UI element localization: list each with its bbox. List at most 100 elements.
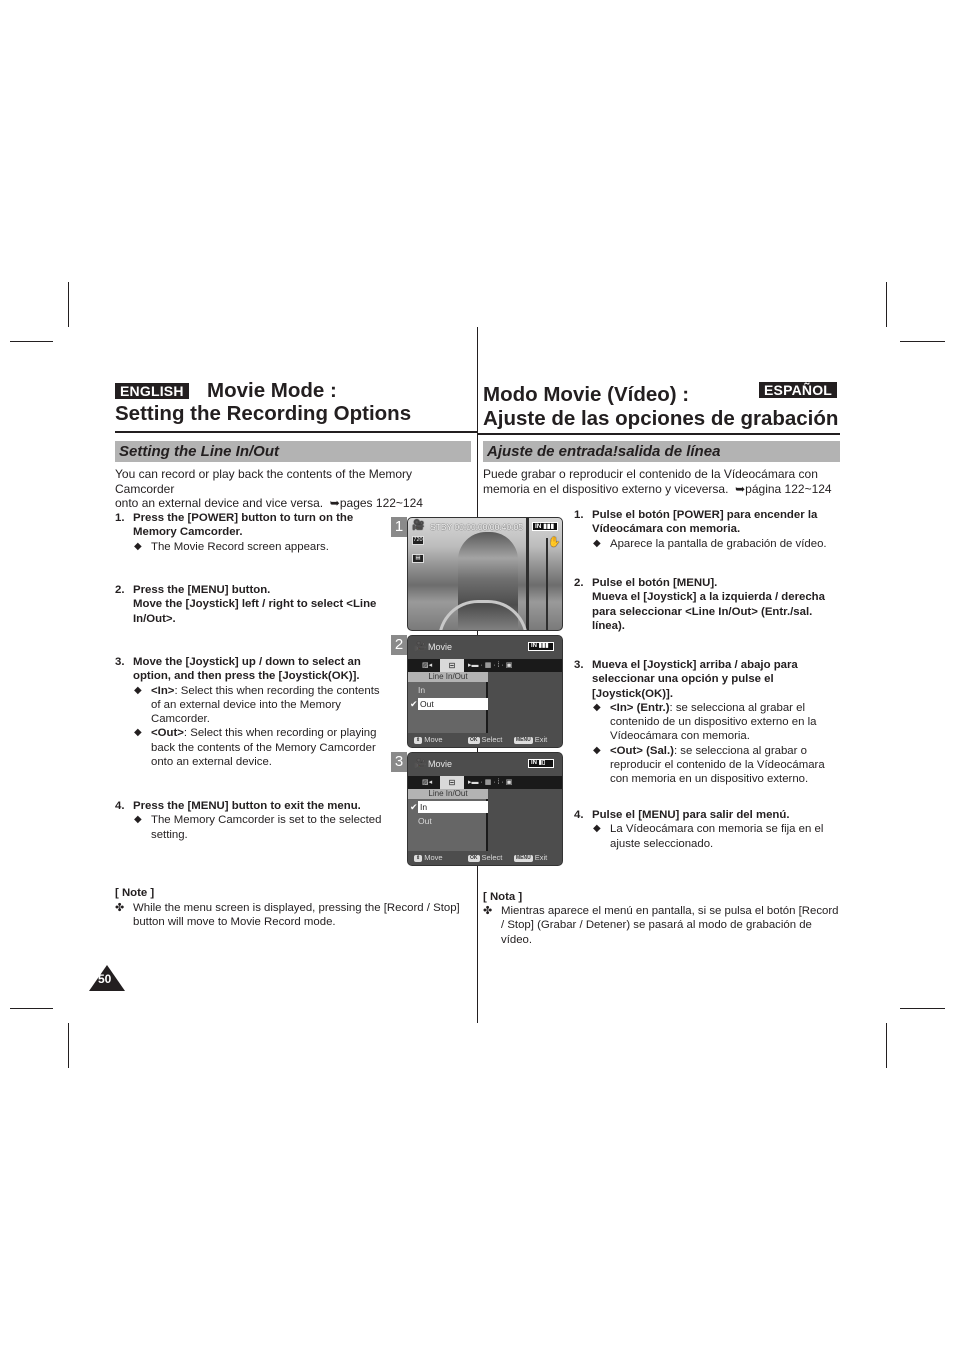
step-number: 1. (574, 509, 584, 521)
english-badge: ENGLISH (115, 383, 189, 399)
menu-preview-area (490, 672, 562, 740)
diamond-bullet-icon: ◆ (134, 540, 142, 552)
ok-icon: OK (468, 855, 480, 862)
menu-tab-icon[interactable]: ▨◂ (422, 661, 432, 670)
crop-mark (886, 1023, 887, 1068)
screen-2-menu: 🎥 Movie IN ▮▮▮ ▨◂ ⊟ ▸▬ · ▦ · ⁞ · ▣ Line … (407, 635, 563, 748)
spanish-title-line2: Ajuste de las opciones de grabación (483, 407, 839, 430)
screen-3-number: 3 (391, 752, 407, 772)
step-heading: Pulse el [MENU] para salir del menú. (592, 809, 790, 821)
english-title-rule (115, 431, 477, 433)
menu-tab-icon[interactable]: ▸▬ · ▦ · ⁞ · ▣ (468, 778, 512, 787)
joystick-icon: ⇕ (414, 737, 423, 744)
record-status: STBY 00:00:00/00:40:05 (430, 522, 523, 532)
menu-icon: MENU (514, 737, 533, 744)
menu-tab-icon[interactable]: ▨◂ (422, 778, 432, 787)
note-clover-icon: ✤ (483, 905, 493, 917)
mode-title: Movie (428, 642, 453, 652)
crop-mark (10, 341, 53, 342)
intro-line: Puede grabar o reproducir el contenido d… (483, 467, 818, 481)
step-heading: Pulse el botón [MENU]. Mueva el [Joystic… (592, 577, 825, 632)
crop-mark (68, 1023, 69, 1068)
step-heading: Pulse el botón [POWER] para encender la … (592, 509, 818, 536)
spanish-step-4: 4. Pulse el [MENU] para salir del menú. … (574, 808, 844, 851)
diamond-bullet-icon: ◆ (593, 823, 601, 835)
step-bullet: ◆ <Out> (Sal.): se selecciona al grabar o… (593, 744, 825, 786)
move-key-hint: ⇕ Move (414, 853, 443, 862)
page-number: 50 (98, 972, 112, 986)
line-in-out-tab-icon[interactable]: ⊟ (440, 659, 464, 672)
spanish-step-1: 1. Pulse el botón [POWER] para encender … (574, 508, 844, 551)
step-bullet: ◆ The Memory Camcorder is set to the sele… (134, 814, 382, 841)
menu-options-panel: Line In/Out In ✔ Out (408, 672, 488, 740)
screen-3-menu: 🎥 Movie IN ▮▯ ▨◂ ⊟ ▸▬ · ▦ · ⁞ · ▣ Line I… (407, 752, 563, 866)
crop-mark (68, 282, 69, 327)
diamond-bullet-icon: ◆ (134, 727, 142, 739)
camera-icon: 🎥 (412, 520, 425, 531)
step-number: 4. (574, 809, 584, 821)
english-note-heading: [ Note ] (115, 887, 155, 899)
menu-tab-bar: ▨◂ ⊟ ▸▬ · ▦ · ⁞ · ▣ (408, 776, 562, 789)
screen-2-number: 2 (391, 635, 407, 655)
crop-mark (886, 282, 887, 327)
step-heading: Mueva el [Joystick] arriba / abajo para … (592, 659, 798, 700)
english-title-line2: Setting the Recording Options (115, 402, 412, 425)
diamond-bullet-icon: ◆ (593, 537, 601, 549)
spanish-note: ✤ Mientras aparece el menú en pantalla, s… (483, 905, 839, 946)
menu-preview-area (490, 789, 562, 857)
quality-icon: 720 (412, 536, 424, 545)
menu-heading: Line In/Out (408, 789, 488, 799)
step-heading: Press the [MENU] button to exit the menu… (133, 800, 361, 812)
option-in-selected[interactable]: In (418, 801, 488, 813)
battery-indicator: IN ▮▮▮ (528, 642, 554, 651)
option-in[interactable]: In (418, 684, 425, 696)
menu-key-guide: ⇕ Move OK Select MENU Exit (408, 733, 562, 747)
camera-icon: 🎥 (414, 758, 427, 769)
photo-tree (526, 518, 529, 630)
crop-mark (900, 1008, 945, 1009)
english-step-1: 1. Press the [POWER] button to turn on t… (115, 511, 385, 554)
step-heading: Press the [POWER] button to turn on the … (133, 512, 354, 539)
step-heading: Move the [Joystick] up / down to select … (133, 656, 361, 683)
diamond-bullet-icon: ◆ (593, 744, 601, 756)
step-number: 3. (115, 656, 125, 668)
menu-tab-bar: ▨◂ ⊟ ▸▬ · ▦ · ⁞ · ▣ (408, 659, 562, 672)
step-bullet: ◆ The Movie Record screen appears. (134, 540, 329, 553)
intro-line: onto an external device and vice versa. … (115, 496, 423, 510)
page-ref-arrow-icon: ➥ (329, 496, 340, 510)
step-bullet: ◆ <In> (Entr.): se selecciona al grabar e… (593, 701, 817, 743)
menu-options-panel: Line In/Out ✔ In Out (408, 789, 488, 857)
menu-header: 🎥 Movie IN ▮▯ (408, 753, 562, 775)
step-number: 4. (115, 800, 125, 812)
step-number: 2. (115, 584, 125, 596)
english-intro: You can record or play back the contents… (115, 467, 470, 511)
mode-title: Movie (428, 759, 453, 769)
step-bullet: ◆ Aparece la pantalla de grabación de víd… (593, 537, 827, 550)
spanish-step-2: 2. Pulse el botón [MENU]. Mueva el [Joys… (574, 576, 844, 633)
spanish-note-heading: [ Nota ] (483, 891, 523, 903)
menu-key-guide: ⇕ Move OK Select MENU Exit (408, 851, 562, 865)
menu-icon: MENU (514, 855, 533, 862)
step-number: 1. (115, 512, 125, 524)
option-out[interactable]: Out (418, 815, 432, 827)
exit-key-hint: MENU Exit (514, 853, 548, 862)
english-title-line1: Movie Mode : (207, 379, 337, 402)
diamond-bullet-icon: ◆ (134, 684, 142, 696)
menu-heading: Line In/Out (408, 672, 488, 682)
english-note: ✤ While the menu screen is displayed, pre… (115, 902, 460, 929)
line-in-out-tab-icon[interactable]: ⊟ (440, 776, 464, 789)
step-bullet: ◆ <In>: Select this when recording the co… (134, 684, 380, 726)
step-bullet: ◆ La Vídeocámara con memoria se fija en e… (593, 823, 824, 850)
camera-icon: 🎥 (414, 641, 427, 652)
step-bullet: ◆ <Out>: Select this when recording or pl… (134, 727, 377, 769)
select-key-hint: OK Select (468, 735, 503, 744)
spanish-step-3: 3. Mueva el [Joystick] arriba / abajo pa… (574, 658, 844, 787)
option-out-selected[interactable]: Out (418, 698, 488, 710)
spanish-subtitle: Ajuste de entrada!salida de línea (483, 441, 840, 462)
diamond-bullet-icon: ◆ (134, 814, 142, 826)
ok-icon: OK (468, 737, 480, 744)
page-ref: página 122~124 (745, 481, 832, 496)
spanish-badge: ESPAÑOL (759, 382, 838, 398)
menu-tab-icon[interactable]: ▸▬ · ▦ · ⁞ · ▣ (468, 661, 512, 670)
stabilizer-icon: ✋ (548, 537, 561, 548)
